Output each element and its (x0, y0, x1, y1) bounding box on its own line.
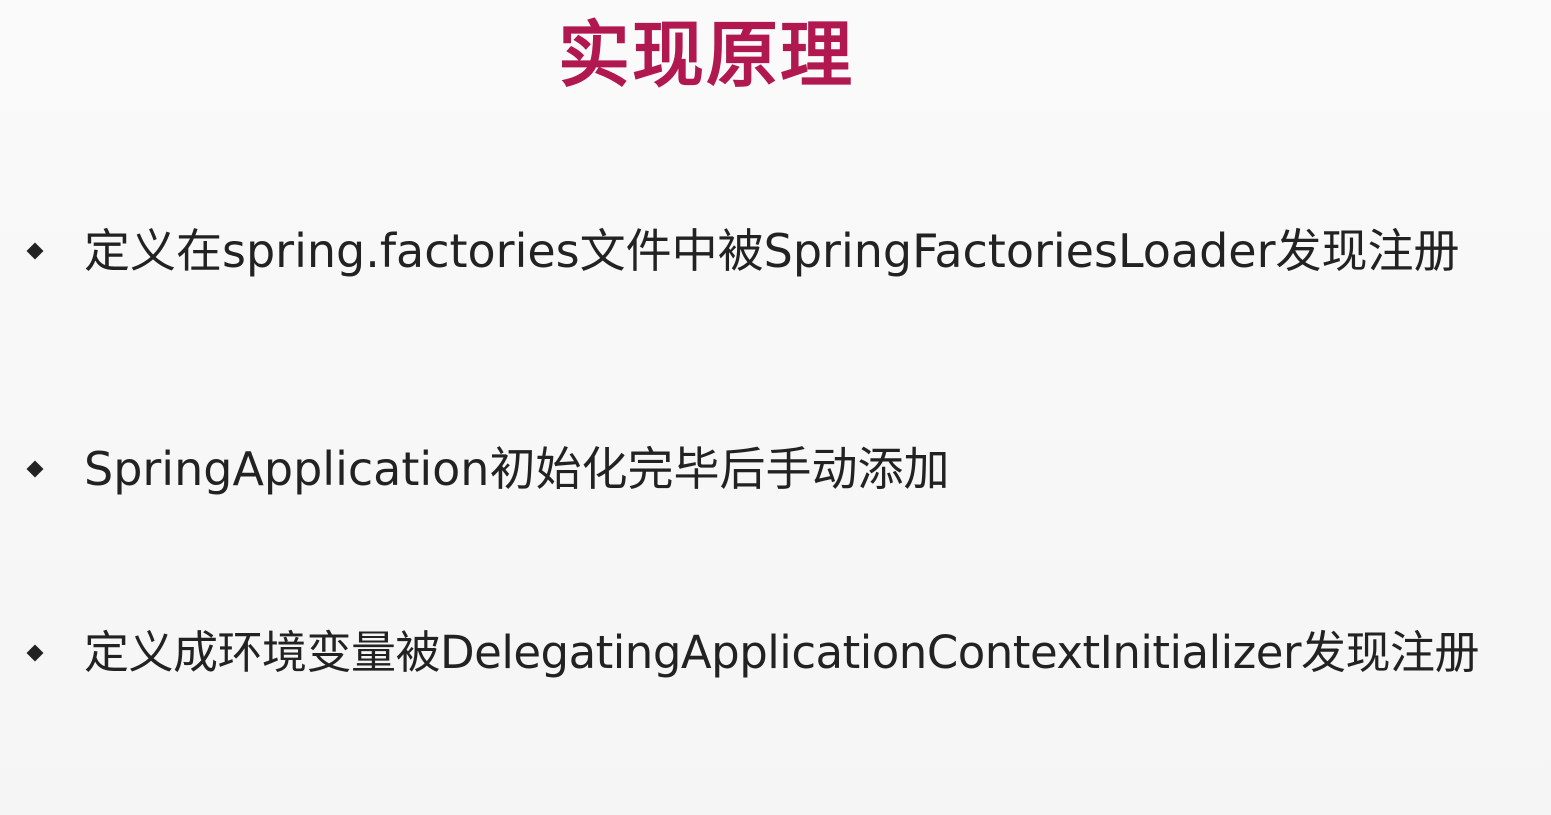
diamond-bullet-icon (26, 242, 44, 260)
bullet-text-3: 定义成环境变量被DelegatingApplicationContextInit… (84, 626, 1479, 679)
bullet-text-2: SpringApplication初始化完毕后手动添加 (84, 442, 950, 496)
bullet-item-3: 定义成环境变量被DelegatingApplicationContextInit… (26, 620, 1479, 686)
bullet-item-1: 定义在spring.factories文件中被SpringFactoriesLo… (26, 218, 1460, 284)
diamond-bullet-icon (26, 460, 44, 478)
slide-canvas: 实现原理 定义在spring.factories文件中被SpringFactor… (0, 0, 1551, 815)
bullet-text-1: 定义在spring.factories文件中被SpringFactoriesLo… (84, 224, 1460, 278)
slide-title: 实现原理 (558, 13, 855, 97)
diamond-bullet-icon (26, 644, 44, 662)
bullet-item-2: SpringApplication初始化完毕后手动添加 (26, 436, 949, 502)
